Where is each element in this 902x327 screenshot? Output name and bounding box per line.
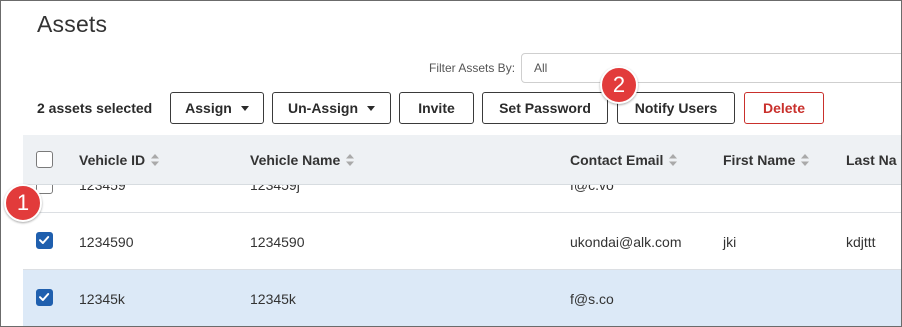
annotation-badge-2: 2 [600,66,638,104]
column-label: Vehicle Name [250,152,341,168]
contact-email-cell: f@c.vo [570,185,614,193]
caret-down-icon [240,106,249,111]
column-header-vehicle-id[interactable]: Vehicle ID [79,152,160,168]
assign-label: Assign [185,100,232,116]
annotation-badge-1: 1 [4,184,42,222]
selected-count: 2 assets selected [37,100,153,116]
select-all-checkbox[interactable] [36,151,53,168]
assets-window: Assets Filter Assets By: All 2 assets se… [0,0,902,327]
column-header-vehicle-name[interactable]: Vehicle Name [250,152,355,168]
sort-icon[interactable] [669,154,678,167]
assign-button[interactable]: Assign [170,92,264,124]
contact-email-cell: ukondai@alk.com [570,234,682,250]
column-header-first-name[interactable]: First Name [723,152,810,168]
contact-email-cell: f@s.co [570,291,614,307]
vehicle-name-cell: 12345k [250,291,296,307]
checkmark-icon [39,293,50,301]
filter-assets-select[interactable]: All [521,53,901,83]
caret-down-icon [367,106,375,111]
table-row[interactable]: 1234590 1234590 ukondai@alk.com jki kdjt… [23,213,901,270]
set-password-button[interactable]: Set Password [482,92,608,124]
column-label: Vehicle ID [79,152,146,168]
row-checkbox[interactable] [36,289,53,306]
invite-button[interactable]: Invite [399,92,474,124]
notify-users-button[interactable]: Notify Users [617,92,735,124]
column-label: First Name [723,152,796,168]
table-row[interactable]: 12345k 12345k f@s.co [23,270,901,326]
filter-label: Filter Assets By: [429,61,516,75]
sort-icon[interactable] [151,154,160,167]
vehicle-id-cell: 1234590 [79,234,134,250]
unassign-button[interactable]: Un-Assign [272,92,391,124]
vehicle-id-cell: 123459 [79,185,126,193]
vehicle-name-cell: 1234590 [250,234,305,250]
column-label: Contact Email [570,152,664,168]
vehicle-name-cell: 123459j [250,185,300,193]
row-checkbox[interactable] [36,232,53,249]
first-name-cell: jki [723,234,737,250]
unassign-label: Un-Assign [288,100,358,116]
sort-icon[interactable] [346,154,355,167]
sort-icon[interactable] [801,154,810,167]
vehicle-id-cell: 12345k [79,291,125,307]
checkmark-icon [39,236,50,244]
column-header-last-name[interactable]: Last Na [846,152,897,168]
column-header-contact-email[interactable]: Contact Email [570,152,678,168]
table-header: Vehicle ID Vehicle Name Contact Email Fi… [23,135,901,185]
table-row[interactable]: 123459 123459j f@c.vo [23,185,901,213]
delete-button[interactable]: Delete [744,92,824,124]
page-title: Assets [37,11,108,37]
last-name-cell: kdjttt [846,234,876,250]
